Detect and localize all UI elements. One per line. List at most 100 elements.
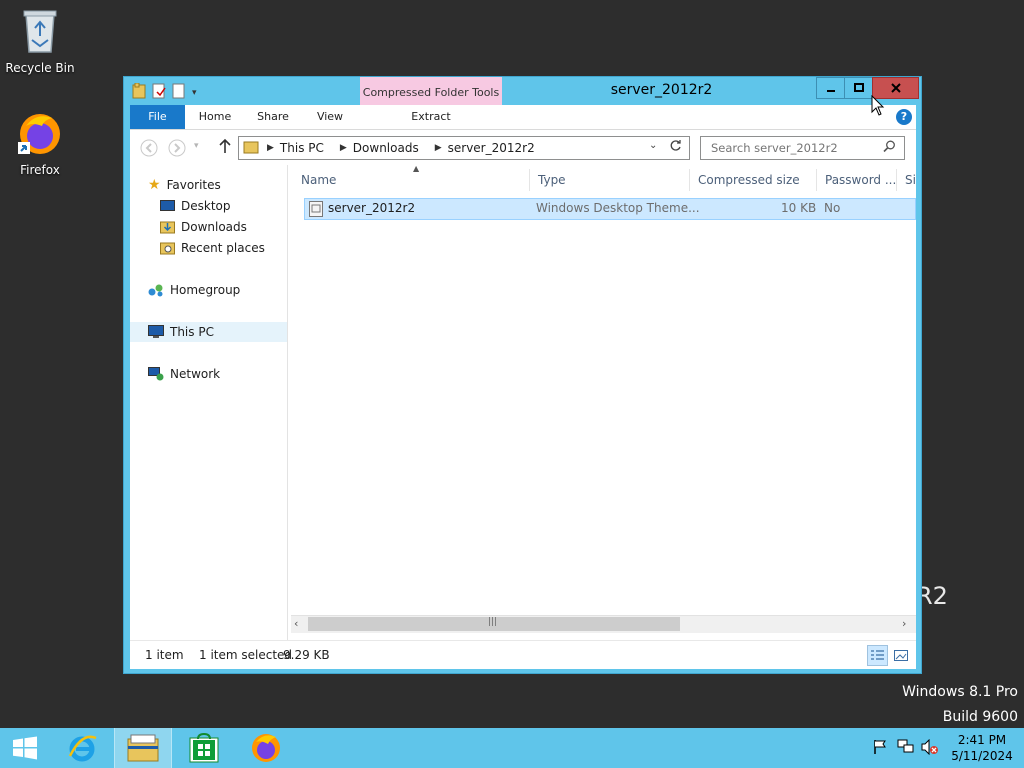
os-watermark-build: Build 9600 [942, 709, 1018, 725]
tab-extract[interactable]: Extract [360, 105, 502, 129]
network-tray-icon[interactable] [897, 739, 915, 759]
file-name: server_2012r2 [328, 201, 416, 215]
tab-view[interactable]: View [305, 105, 355, 129]
breadcrumb-separator-icon[interactable]: ▶ [267, 143, 274, 153]
nav-desktop-label: Desktop [181, 199, 231, 213]
column-header-compressed-size[interactable]: Compressed size [690, 169, 817, 191]
new-folder-icon[interactable] [172, 83, 186, 102]
breadcrumb-this-pc[interactable]: This PC [280, 141, 324, 155]
os-watermark-edition: Windows 8.1 Pro [902, 684, 1018, 700]
internet-explorer-icon [68, 735, 97, 762]
table-row[interactable]: server_2012r2 Windows Desktop Theme... 1… [304, 198, 916, 220]
maximize-icon [853, 83, 864, 92]
taskbar-file-explorer[interactable] [114, 728, 172, 768]
store-icon [189, 733, 219, 763]
nav-homegroup-label: Homegroup [170, 283, 241, 297]
close-icon [890, 83, 901, 93]
recent-locations-chevron-icon[interactable]: ▾ [194, 141, 199, 151]
taskbar-firefox[interactable] [238, 728, 294, 768]
desktop-icon-firefox[interactable]: Firefox [0, 110, 80, 177]
forward-arrow-icon[interactable] [168, 139, 186, 161]
large-icons-view-icon [893, 650, 908, 661]
homegroup-icon [148, 284, 163, 297]
column-header-size[interactable]: Si [897, 169, 916, 191]
title-bar[interactable]: ▾ Compressed Folder Tools server_2012r2 [124, 77, 921, 129]
firefox-label: Firefox [20, 163, 60, 177]
system-clock[interactable]: 2:41 PM 5/11/2024 [946, 732, 1018, 764]
nav-item-this-pc[interactable]: This PC [130, 322, 287, 342]
breadcrumb-server-2012r2[interactable]: server_2012r2 [448, 141, 535, 155]
help-icon[interactable]: ? [896, 109, 912, 125]
search-input[interactable] [709, 137, 883, 159]
clock-time: 2:41 PM [957, 733, 1007, 747]
quick-access-toolbar: ▾ [132, 82, 197, 102]
mouse-cursor-icon [871, 95, 885, 116]
firefox-icon [252, 734, 280, 762]
file-explorer-icon [127, 734, 159, 762]
nav-item-downloads[interactable]: Downloads [160, 217, 247, 237]
minimize-icon [826, 90, 835, 92]
column-header-name[interactable]: Name [293, 169, 530, 191]
breadcrumb-separator-icon[interactable]: ▶ [435, 143, 442, 153]
up-arrow-icon[interactable] [218, 138, 232, 158]
properties-icon[interactable] [152, 83, 166, 102]
status-selected-size: 9.29 KB [283, 648, 330, 662]
address-history-chevron-icon[interactable]: ⌄ [649, 140, 657, 151]
nav-downloads-label: Downloads [181, 220, 247, 234]
breadcrumb-separator-icon[interactable]: ▶ [340, 143, 347, 153]
folder-icon [132, 82, 146, 102]
scroll-left-icon[interactable]: ‹ [294, 617, 298, 630]
firefox-icon [18, 114, 60, 154]
ribbon-tabs: File Home Share View Extract ? [130, 105, 916, 129]
tab-share[interactable]: Share [248, 105, 298, 129]
customize-toolbar-icon[interactable]: ▾ [192, 88, 197, 98]
clock-date: 5/11/2024 [951, 749, 1013, 763]
recent-places-icon [160, 242, 175, 255]
start-button[interactable] [0, 728, 50, 768]
taskbar-store[interactable] [176, 728, 232, 768]
taskbar: 2:41 PM 5/11/2024 [0, 728, 1024, 768]
nav-item-network[interactable]: Network [148, 364, 220, 384]
horizontal-scrollbar[interactable]: ‹ ||| › [291, 615, 916, 633]
breadcrumb-downloads[interactable]: Downloads [353, 141, 419, 155]
search-box[interactable] [700, 136, 905, 160]
nav-item-desktop[interactable]: Desktop [160, 196, 231, 216]
search-icon[interactable] [883, 140, 896, 156]
tab-file[interactable]: File [130, 105, 185, 129]
details-view-button[interactable] [867, 645, 888, 666]
volume-muted-icon[interactable] [921, 738, 939, 759]
column-header-password[interactable]: Password ... [817, 169, 897, 191]
nav-recent-places-label: Recent places [181, 241, 265, 255]
window-title: server_2012r2 [610, 82, 713, 98]
file-compressed-size: 10 KB [781, 201, 817, 215]
file-password: No [824, 201, 841, 215]
tab-home[interactable]: Home [190, 105, 240, 129]
action-center-flag-icon[interactable] [872, 739, 888, 759]
scrollbar-thumb[interactable]: ||| [308, 617, 680, 631]
downloads-folder-icon [160, 221, 175, 234]
taskbar-internet-explorer[interactable] [54, 728, 110, 768]
status-bar: 1 item 1 item selected 9.29 KB [130, 640, 916, 669]
location-folder-icon [243, 140, 259, 157]
file-list: ▲ Name Type Compressed size Password ...… [291, 165, 916, 640]
status-item-count: 1 item [145, 648, 184, 662]
nav-item-recent-places[interactable]: Recent places [160, 238, 265, 258]
nav-item-homegroup[interactable]: Homegroup [148, 280, 240, 300]
nav-item-favorites[interactable]: ★ Favorites [148, 175, 221, 195]
windows-logo-icon [13, 736, 37, 760]
recycle-bin-label: Recycle Bin [5, 61, 75, 75]
nav-network-label: Network [170, 367, 221, 381]
navigation-bar: ▾ ▶ This PC ▶ Downloads ▶ server_2012r2 … [130, 129, 916, 166]
address-bar[interactable]: ▶ This PC ▶ Downloads ▶ server_2012r2 ⌄ [238, 136, 690, 160]
nav-this-pc-label: This PC [170, 325, 214, 339]
content-area: ★ Favorites Desktop Downloads Recent pla… [130, 165, 916, 640]
large-icons-view-button[interactable] [890, 645, 911, 666]
desktop-icon-recycle-bin[interactable]: Recycle Bin [0, 6, 80, 75]
minimize-button[interactable] [816, 77, 845, 99]
scroll-right-icon[interactable]: › [902, 617, 906, 630]
maximize-button[interactable] [844, 77, 873, 99]
column-header-type[interactable]: Type [530, 169, 690, 191]
back-arrow-icon[interactable] [140, 139, 158, 161]
refresh-icon[interactable] [669, 139, 682, 155]
star-icon: ★ [148, 177, 161, 193]
